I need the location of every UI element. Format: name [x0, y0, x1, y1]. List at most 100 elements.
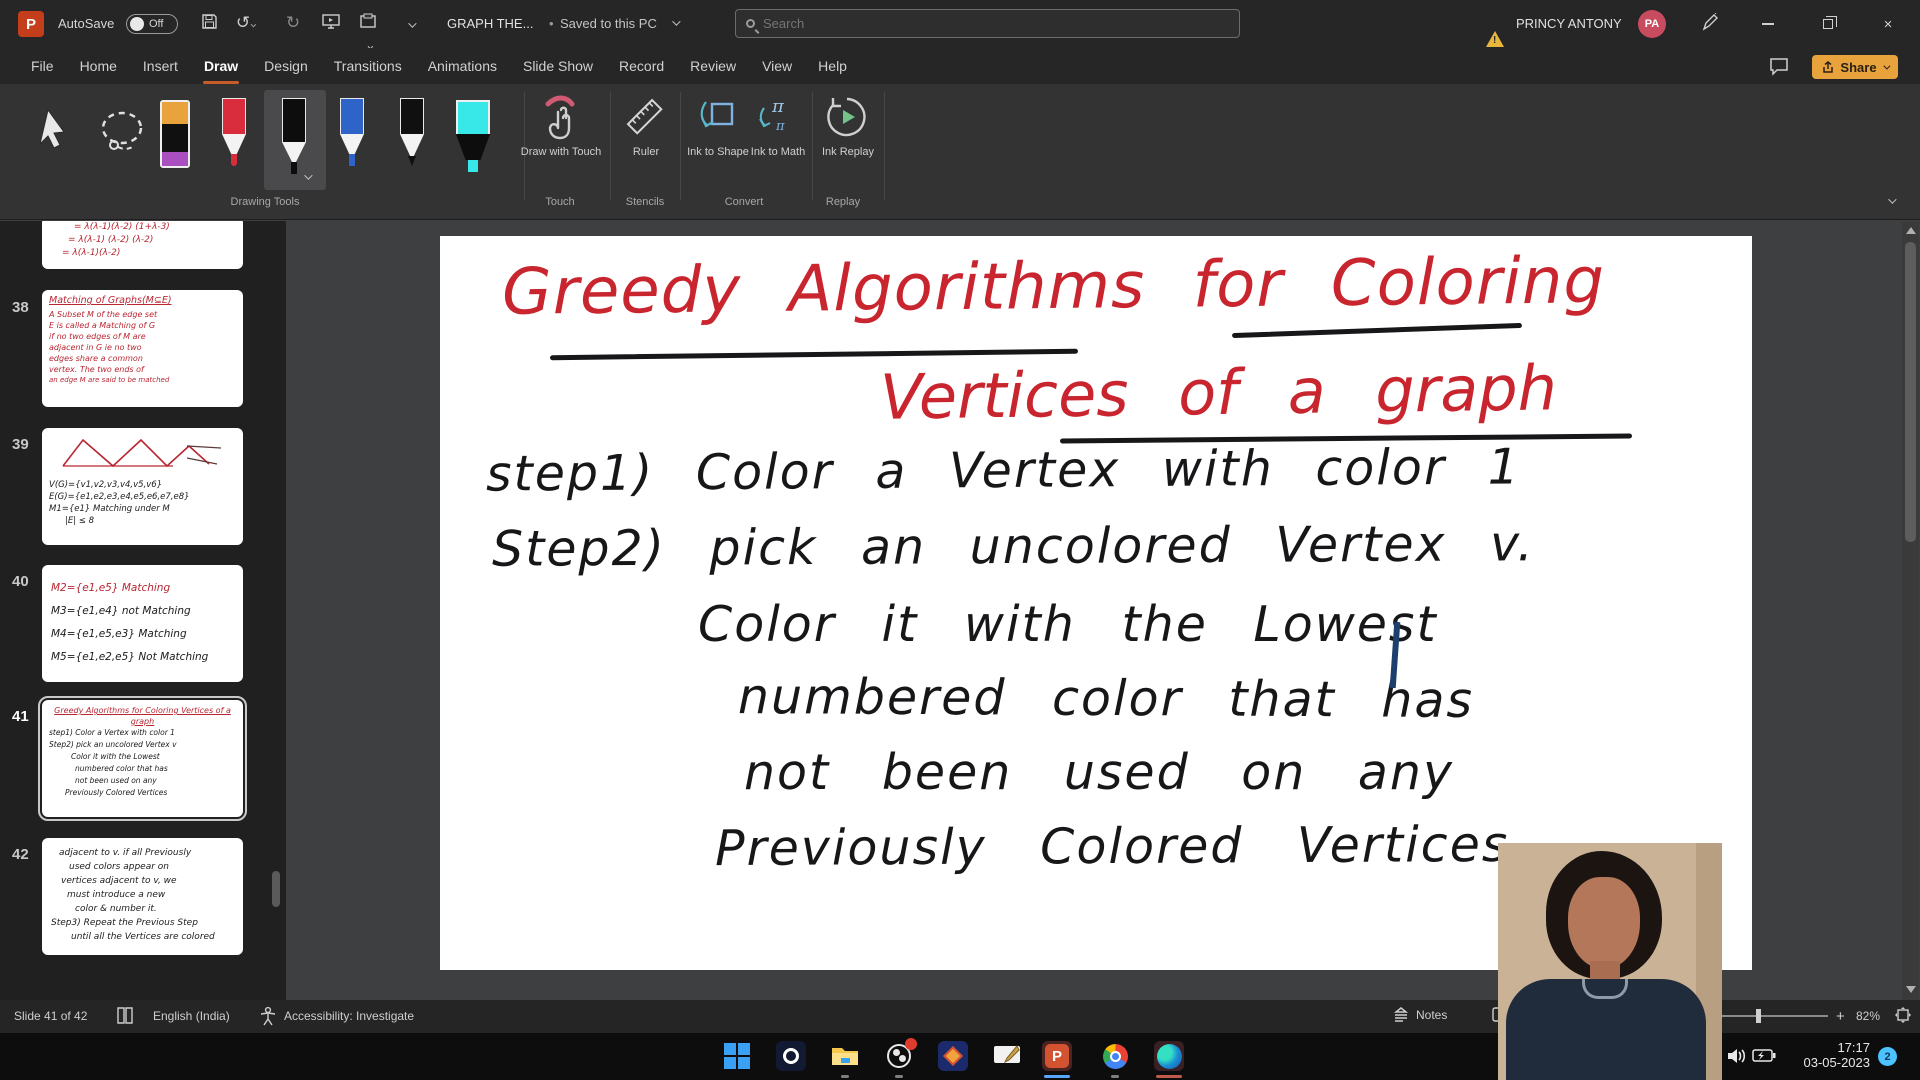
thumbnail-slide-37-partial[interactable]: = λ(λ-1)(λ-2) (1+λ-3) = λ(λ-1) (λ-2) (λ-…	[42, 221, 243, 269]
thumbnail-number: 39	[12, 436, 29, 453]
webcam-app-icon[interactable]	[776, 1041, 806, 1071]
active-indicator-powerpoint	[1044, 1075, 1070, 1078]
thumbnail-slide-39[interactable]: V(G)={v1,v2,v3,v4,v5,v6} E(G)={e1,e2,e3,…	[42, 428, 243, 545]
fit-to-window-icon[interactable]	[1894, 1006, 1912, 1027]
restore-button[interactable]	[1808, 0, 1848, 48]
accessibility-icon[interactable]	[258, 1006, 278, 1029]
highlighter-tool[interactable]	[456, 100, 490, 172]
thumbnail-slide-42[interactable]: adjacent to v. if all Previously used co…	[42, 838, 243, 955]
group-touch: Touch	[545, 196, 574, 208]
ink-to-math-button[interactable]: π π Ink to Math	[748, 94, 808, 190]
ink-pen-icon[interactable]	[1700, 13, 1720, 36]
group-stencils: Stencils	[626, 196, 665, 208]
powerpoint-logo-icon[interactable]: P	[18, 11, 44, 37]
svg-text:π: π	[771, 96, 785, 117]
scrollbar-thumb[interactable]	[1905, 242, 1916, 542]
file-explorer-icon[interactable]	[830, 1041, 860, 1071]
battery-icon[interactable]	[1752, 1048, 1776, 1068]
user-name[interactable]: PRINCY ANTONY	[1516, 16, 1622, 31]
notification-badge[interactable]: 2	[1878, 1047, 1897, 1066]
spellcheck-icon[interactable]	[116, 1006, 134, 1029]
tab-slide-show[interactable]: Slide Show	[510, 48, 606, 84]
eraser-tool[interactable]	[160, 100, 190, 168]
slideshow-icon[interactable]	[318, 13, 344, 35]
tab-design[interactable]: Design	[251, 48, 321, 84]
search-bar[interactable]	[735, 9, 1240, 38]
qat-overflow-chevron-icon[interactable]	[408, 19, 416, 27]
volume-icon[interactable]	[1726, 1047, 1746, 1070]
avatar[interactable]: PA	[1638, 10, 1666, 38]
media-app-icon[interactable]	[938, 1041, 968, 1071]
saved-status[interactable]: Saved to this PC	[560, 16, 657, 31]
scroll-down-icon[interactable]	[1902, 981, 1919, 998]
tab-transitions[interactable]: Transitions	[321, 48, 415, 84]
notes-toggle[interactable]: Notes	[1392, 1006, 1447, 1024]
language-selector[interactable]: English (India)	[153, 1009, 230, 1023]
graph-sketch	[49, 432, 229, 474]
zoom-in-button[interactable]: +	[1836, 1008, 1845, 1025]
running-indicator	[841, 1075, 849, 1078]
select-tool-icon[interactable]	[36, 106, 76, 163]
slide-title-line2: Vertices of a graph	[880, 351, 1558, 433]
tab-animations[interactable]: Animations	[415, 48, 510, 84]
tab-home[interactable]: Home	[67, 48, 130, 84]
chrome-icon[interactable]	[1100, 1041, 1130, 1071]
powerpoint-taskbar-icon[interactable]: P	[1042, 1041, 1072, 1071]
ruler-button[interactable]: Ruler	[616, 94, 676, 190]
ink-replay-button[interactable]: Ink Replay	[816, 94, 880, 190]
black-pen-tool-selected[interactable]	[264, 90, 326, 190]
lasso-select-icon[interactable]	[96, 108, 148, 163]
ink-to-shape-button[interactable]: Ink to Shape	[688, 94, 748, 190]
ink-to-shape-icon	[696, 94, 738, 136]
thumbnail-slide-38[interactable]: Matching of Graphs(M⊆E) A Subset M of th…	[42, 290, 243, 407]
tab-view[interactable]: View	[749, 48, 805, 84]
scroll-up-icon[interactable]	[1906, 227, 1916, 234]
group-convert: Convert	[725, 196, 764, 208]
undo-icon[interactable]: ↺	[232, 13, 258, 33]
obs-studio-icon[interactable]	[884, 1041, 914, 1071]
slide-thumbnail-panel: = λ(λ-1)(λ-2) (1+λ-3) = λ(λ-1) (λ-2) (λ-…	[0, 221, 286, 1000]
slide-scrollbar[interactable]	[1902, 222, 1919, 1000]
edge-icon[interactable]	[1154, 1041, 1184, 1071]
notes-icon	[1392, 1006, 1410, 1024]
clock[interactable]: 17:17 03-05-2023	[1788, 1040, 1870, 1070]
slide-title-line1: Greedy Algorithms for Coloring	[502, 244, 1606, 330]
tab-insert[interactable]: Insert	[130, 48, 191, 84]
thumbnail-number: 42	[12, 846, 29, 863]
autosave-toggle[interactable]: Off	[126, 14, 178, 34]
tab-record[interactable]: Record	[606, 48, 677, 84]
zoom-slider-handle[interactable]	[1756, 1009, 1761, 1023]
close-button[interactable]: ×	[1868, 0, 1908, 48]
toggle-knob-icon	[130, 17, 144, 31]
tab-draw[interactable]: Draw	[191, 48, 251, 84]
zoom-level[interactable]: 82%	[1856, 1009, 1880, 1023]
thumbnail-slide-40[interactable]: M2={e1,e5} Matching M3={e1,e4} not Match…	[42, 565, 243, 682]
search-input[interactable]	[763, 16, 1163, 31]
autosave-state: Off	[149, 18, 163, 30]
slide-step-line: Previously Colored Vertices	[715, 816, 1510, 877]
warning-icon[interactable]: !	[1486, 31, 1504, 47]
red-pen-tool[interactable]	[222, 98, 246, 160]
redo-icon[interactable]: ↻	[280, 13, 306, 33]
saved-status-chevron-icon[interactable]	[672, 17, 680, 25]
document-title[interactable]: GRAPH THE...	[447, 16, 533, 31]
minimize-button[interactable]	[1748, 0, 1788, 48]
pencil-tool[interactable]	[400, 98, 424, 160]
comments-icon[interactable]	[1768, 55, 1790, 80]
whiteboard-app-icon[interactable]	[992, 1041, 1022, 1071]
accessibility-status[interactable]: Accessibility: Investigate	[284, 1009, 414, 1023]
tab-file[interactable]: File	[18, 48, 67, 84]
thumbnail-slide-41-selected[interactable]: Greedy Algorithms for Coloring Vertices …	[42, 700, 243, 817]
running-indicator	[1111, 1075, 1119, 1078]
thumbnail-number: 38	[12, 299, 29, 316]
tab-review[interactable]: Review	[677, 48, 749, 84]
collapse-ribbon-chevron-icon[interactable]	[1888, 195, 1896, 203]
slide-indicator[interactable]: Slide 41 of 42	[14, 1009, 87, 1023]
draw-with-touch-button[interactable]: Draw with Touch	[518, 94, 604, 190]
blue-pen-tool[interactable]	[340, 98, 364, 160]
tab-help[interactable]: Help	[805, 48, 860, 84]
panel-scrollbar[interactable]	[272, 871, 280, 907]
share-button[interactable]: Share	[1812, 55, 1898, 79]
start-button[interactable]	[722, 1041, 752, 1071]
save-icon[interactable]	[196, 13, 222, 35]
